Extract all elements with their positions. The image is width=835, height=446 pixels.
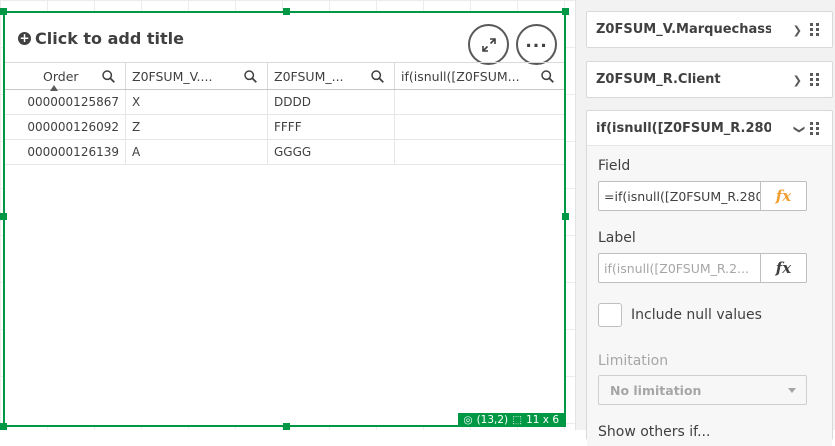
include-null-label: Include null values	[631, 307, 762, 323]
label-placeholder[interactable]: if(isnull([Z0FSUM_R.2...	[599, 254, 760, 282]
label-label: Label	[598, 230, 636, 246]
drag-handle-icon[interactable]	[810, 73, 822, 87]
more-options-button[interactable]: ...	[516, 24, 557, 65]
more-icon: ...	[525, 31, 548, 52]
table-row[interactable]: 000000126092 Z FFFF	[5, 115, 564, 140]
label-expression-button[interactable]: fx	[760, 254, 806, 282]
table-cell: A	[126, 140, 268, 164]
table-cell: GGGG	[268, 140, 395, 164]
limitation-select[interactable]: No limitation	[598, 375, 807, 405]
include-null-checkbox[interactable]	[598, 303, 622, 327]
data-table: Order Z0FSUM_V.... Z0FSUM_... if(isnull(…	[5, 62, 564, 165]
size-icon: ⬚	[512, 414, 523, 426]
dimension-label: if(isnull([Z0FSUM_R.280])...	[596, 120, 771, 136]
search-icon[interactable]	[244, 70, 257, 83]
viz-title-text: Click to add title	[35, 28, 185, 48]
table-cell: X	[126, 90, 268, 114]
add-icon: +	[18, 30, 31, 45]
column-header-order[interactable]: Order	[5, 63, 126, 91]
viz-title[interactable]: + Click to add title	[18, 27, 184, 49]
expand-icon	[481, 37, 496, 52]
table-cell: 000000125867	[5, 90, 126, 114]
chevron-down-icon[interactable]: ❯	[793, 125, 806, 134]
table-cell: Z	[126, 115, 268, 139]
resize-handle-bottom[interactable]	[283, 423, 290, 430]
resize-handle-left[interactable]	[0, 213, 7, 220]
drag-handle-icon[interactable]	[810, 23, 822, 37]
table-visualization[interactable]: + Click to add title ... Order Z0FSUM_V.…	[0, 8, 569, 430]
dimension-label: Z0FSUM_V.Marquechassis	[596, 22, 771, 37]
dimension-item-expression[interactable]: if(isnull([Z0FSUM_R.280])... ❯ Field =if…	[586, 110, 833, 446]
resize-handle-top[interactable]	[283, 8, 290, 15]
column-header-4[interactable]: if(isnull([Z0FSUM...	[395, 63, 564, 89]
table-cell	[395, 115, 564, 139]
table-header: Order Z0FSUM_V.... Z0FSUM_... if(isnull(…	[5, 62, 564, 91]
resize-handle-tl[interactable]	[0, 8, 7, 15]
location-icon: ◎	[463, 414, 473, 426]
search-icon[interactable]	[371, 70, 384, 83]
search-icon[interactable]	[541, 70, 554, 83]
table-cell	[395, 140, 564, 164]
sort-ascending-icon	[50, 85, 58, 91]
expand-button[interactable]	[468, 24, 509, 65]
table-cell: 000000126092	[5, 115, 126, 139]
table-cell	[395, 90, 564, 114]
resize-handle-tr[interactable]	[562, 8, 569, 15]
table-cell: FFFF	[268, 115, 395, 139]
grid-position: (13,2)	[476, 414, 509, 426]
column-header-3[interactable]: Z0FSUM_...	[268, 63, 395, 89]
field-value[interactable]: =if(isnull([Z0FSUM_R.280	[599, 182, 760, 210]
search-icon[interactable]	[102, 70, 115, 83]
resize-handle-bl[interactable]	[0, 423, 7, 430]
dimension-item-client[interactable]: Z0FSUM_R.Client ❯	[586, 61, 833, 98]
show-others-label: Show others if...	[598, 424, 711, 440]
column-header-2[interactable]: Z0FSUM_V....	[126, 63, 268, 89]
limitation-label: Limitation	[598, 353, 669, 369]
drag-handle-icon[interactable]	[810, 122, 822, 136]
dimension-item-marquechassis[interactable]: Z0FSUM_V.Marquechassis ❯	[586, 11, 833, 48]
table-cell: DDDD	[268, 90, 395, 114]
resize-handle-right[interactable]	[562, 213, 569, 220]
dimension-label: Z0FSUM_R.Client	[596, 72, 721, 87]
table-cell: 000000126139	[5, 140, 126, 164]
table-row[interactable]: 000000126139 A GGGG	[5, 140, 564, 165]
label-input[interactable]: if(isnull([Z0FSUM_R.2... fx	[598, 253, 807, 283]
status-bar: ◎ (13,2) ⬚ 11 x 6	[458, 413, 564, 427]
properties-panel: Z0FSUM_V.Marquechassis ❯ Z0FSUM_R.Client…	[576, 0, 835, 446]
limitation-value: No limitation	[610, 382, 702, 398]
chevron-right-icon[interactable]: ❯	[793, 24, 802, 37]
grid-size: 11 x 6	[526, 414, 559, 426]
expression-editor-button[interactable]: fx	[760, 182, 806, 210]
table-row[interactable]: 000000125867 X DDDD	[5, 90, 564, 115]
field-label: Field	[598, 158, 631, 174]
chevron-right-icon[interactable]: ❯	[793, 74, 802, 87]
dimension-properties: Field =if(isnull([Z0FSUM_R.280 fx Label …	[587, 146, 832, 446]
dropdown-caret-icon	[788, 388, 796, 393]
field-input[interactable]: =if(isnull([Z0FSUM_R.280 fx	[598, 181, 807, 211]
